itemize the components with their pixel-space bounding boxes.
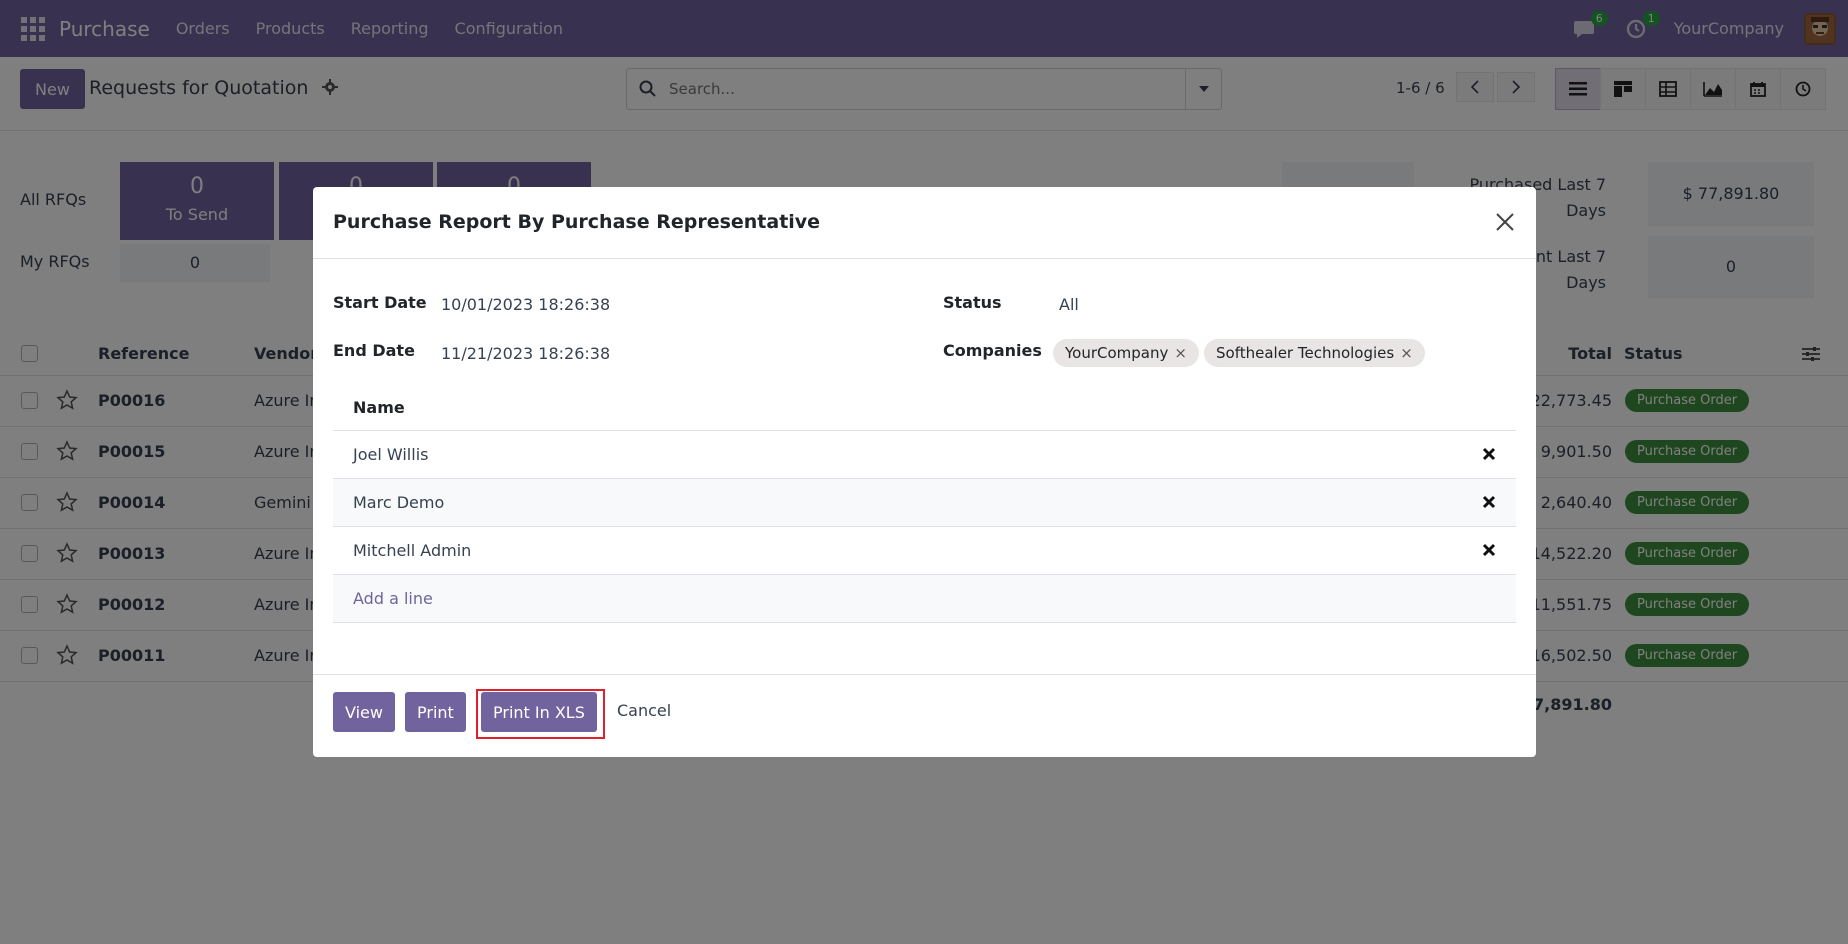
table-row[interactable]: Mitchell Admin <box>333 527 1516 575</box>
print-button[interactable]: Print <box>405 692 466 732</box>
delete-row-icon[interactable] <box>1482 495 1496 509</box>
modal-header: Purchase Report By Purchase Representati… <box>313 187 1536 259</box>
modal-title: Purchase Report By Purchase Representati… <box>333 211 821 233</box>
representative-name: Marc Demo <box>353 493 445 512</box>
purchase-report-dialog: Purchase Report By Purchase Representati… <box>313 187 1536 757</box>
table-row[interactable]: Joel Willis <box>333 431 1516 479</box>
cancel-button[interactable]: Cancel <box>617 701 671 720</box>
end-date-label: End Date <box>333 341 415 360</box>
add-line-link[interactable]: Add a line <box>353 589 433 608</box>
end-date-field[interactable]: 11/21/2023 18:26:38 <box>441 344 610 363</box>
company-tag: Softhealer Technologies × <box>1204 339 1425 367</box>
representative-name: Mitchell Admin <box>353 541 472 560</box>
remove-tag-icon[interactable]: × <box>1400 344 1413 362</box>
status-label: Status <box>943 293 1002 312</box>
start-date-field[interactable]: 10/01/2023 18:26:38 <box>441 295 610 314</box>
company-tag-label: YourCompany <box>1065 344 1169 362</box>
status-select[interactable]: All <box>1059 295 1079 314</box>
view-button[interactable]: View <box>333 692 395 732</box>
modal-footer: View Print Print In XLS Cancel <box>313 674 1536 757</box>
companies-label: Companies <box>943 341 1042 360</box>
print-xls-button[interactable]: Print In XLS <box>481 692 597 732</box>
delete-row-icon[interactable] <box>1482 447 1496 461</box>
representatives-table: Name Joel Willis Marc Demo Mitchell Admi… <box>333 385 1516 623</box>
table-row[interactable]: Marc Demo <box>333 479 1516 527</box>
company-tag: YourCompany × <box>1053 339 1199 367</box>
delete-row-icon[interactable] <box>1482 543 1496 557</box>
representative-name: Joel Willis <box>353 445 429 464</box>
start-date-label: Start Date <box>333 293 427 312</box>
close-icon[interactable] <box>1492 209 1518 235</box>
name-column-header: Name <box>333 385 1516 431</box>
add-line-row: Add a line <box>333 575 1516 623</box>
company-tag-label: Softhealer Technologies <box>1216 344 1395 362</box>
remove-tag-icon[interactable]: × <box>1174 344 1187 362</box>
